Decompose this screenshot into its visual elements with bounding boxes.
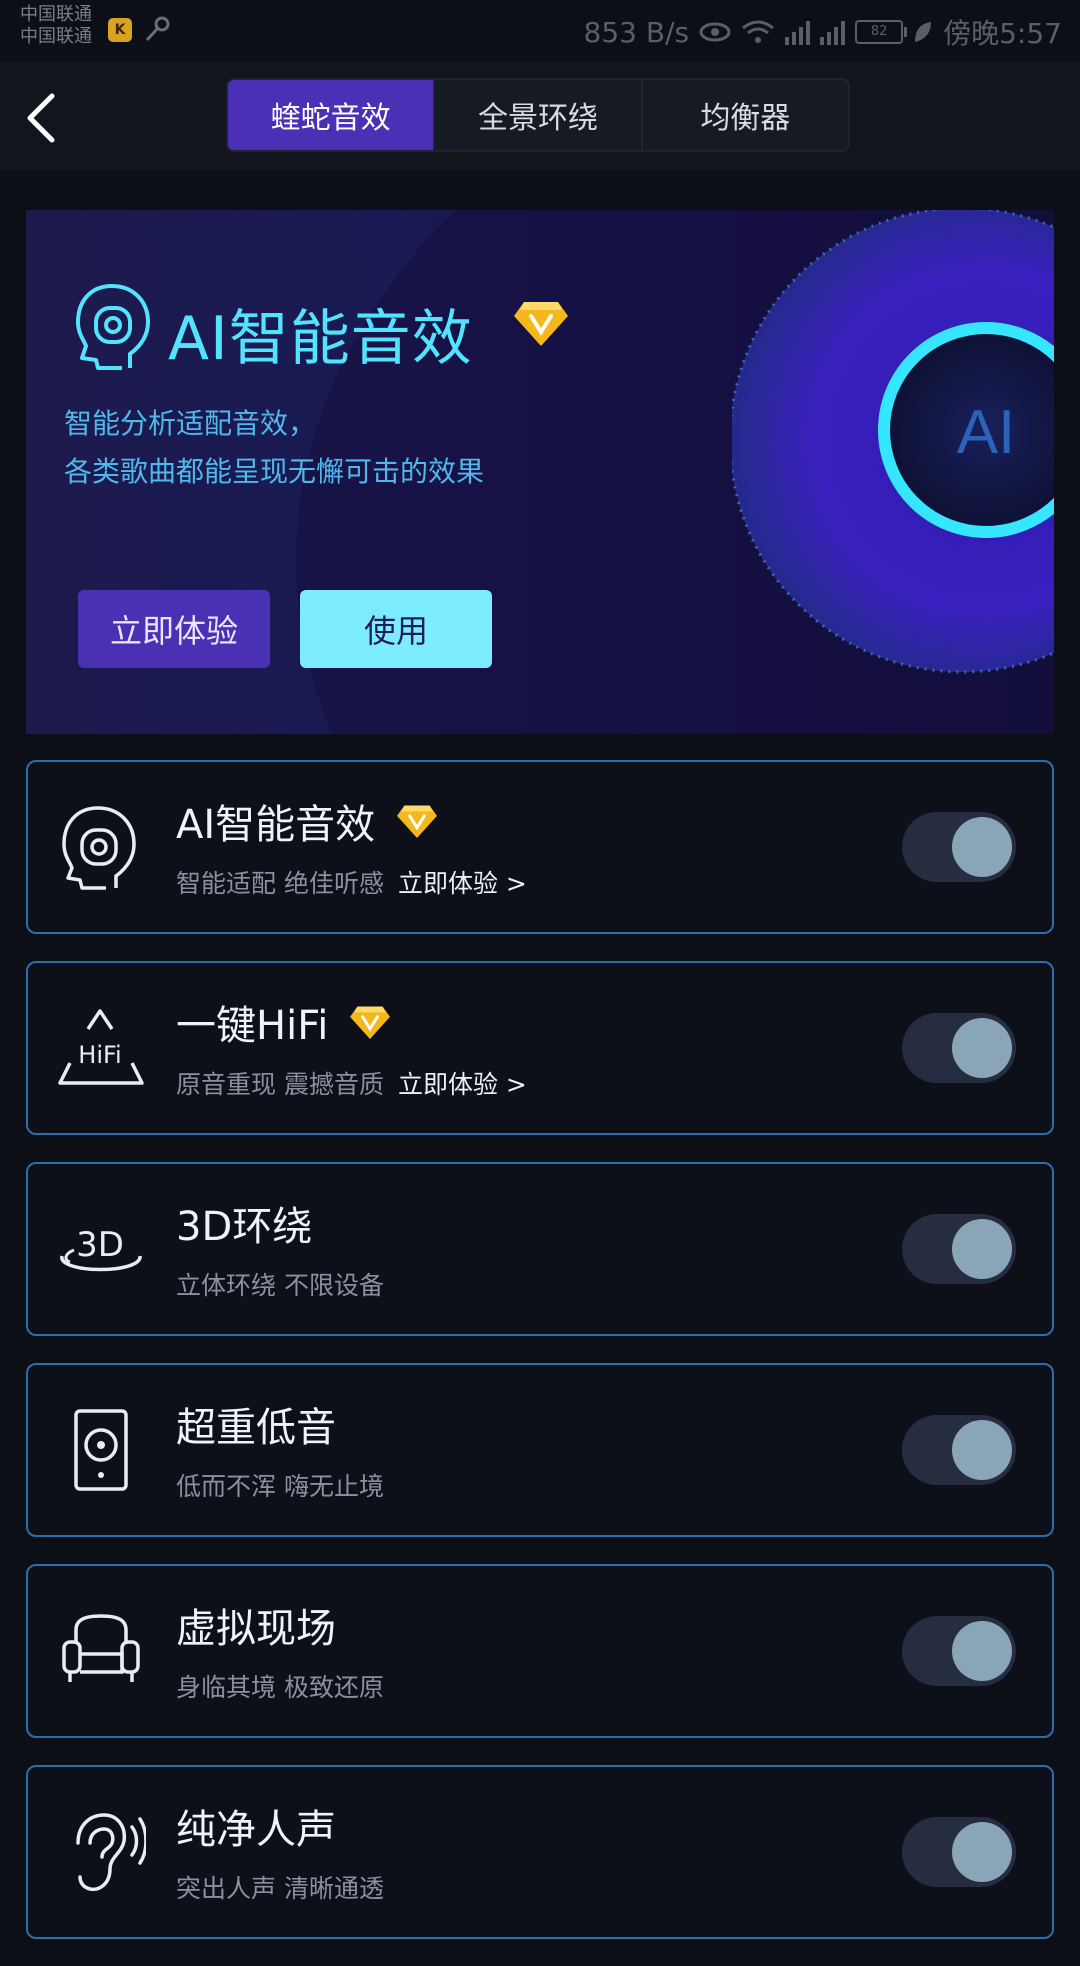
try-now-link[interactable]: 立即体验 > xyxy=(398,869,527,898)
effect-title: 一键HiFi xyxy=(176,993,391,1051)
effect-card-vocal: 纯净人声 突出人声 清晰通透 xyxy=(26,1765,1054,1939)
signal-2-icon xyxy=(820,19,846,45)
carrier-1: 中国联通 xyxy=(20,4,92,25)
effect-list: AI智能音效 智能适配 绝佳听感 立即体验 > HiFi 一键HiFi 原音重现… xyxy=(26,760,1054,1966)
wifi-icon xyxy=(742,20,775,43)
effect-subtitle: 身临其境 极致还原 xyxy=(176,1668,384,1704)
effect-title-text: 一键HiFi xyxy=(176,1003,329,1049)
status-right: 853 B/s 82 傍晚5:57 xyxy=(584,12,1062,52)
3d-surround-icon: 3D xyxy=(60,1225,142,1272)
armchair-icon xyxy=(62,1614,140,1682)
speaker-icon xyxy=(74,1409,128,1491)
tab-bar: 蝰蛇音效 全景环绕 均衡器 xyxy=(226,78,850,152)
effect-title: 超重低音 xyxy=(176,1395,336,1453)
status-bar: 中国联通 中国联通 K 853 B/s 82 傍晚5:57 xyxy=(0,0,1080,62)
effect-subtitle-text: 低而不浑 嗨无止境 xyxy=(176,1472,384,1501)
effect-subtitle-text: 身临其境 极致还原 xyxy=(176,1673,384,1702)
effect-title-text: 纯净人声 xyxy=(176,1807,336,1853)
effect-toggle[interactable] xyxy=(902,1817,1016,1887)
hifi-icon: HiFi xyxy=(58,1009,144,1085)
app-badge-icon: K xyxy=(108,18,132,42)
leaf-icon xyxy=(915,22,932,42)
back-arrow-icon[interactable] xyxy=(22,90,62,146)
effect-toggle[interactable] xyxy=(902,812,1016,882)
toggle-knob xyxy=(952,1420,1012,1480)
ai-head-icon xyxy=(76,284,151,370)
battery-level: 82 xyxy=(870,24,888,39)
battery-icon: 82 xyxy=(855,20,908,44)
effect-toggle[interactable] xyxy=(902,1214,1016,1284)
banner-description: 智能分析适配音效， 各类歌曲都能呈现无懈可击的效果 xyxy=(64,400,484,496)
effect-subtitle: 低而不浑 嗨无止境 xyxy=(176,1467,384,1503)
ai-orb-graphic: AI xyxy=(732,210,1054,674)
effect-subtitle: 智能适配 绝佳听感 立即体验 > xyxy=(176,864,527,900)
effect-subtitle-text: 立体环绕 不限设备 xyxy=(176,1271,384,1300)
toggle-knob xyxy=(952,817,1012,877)
effect-subtitle-text: 智能适配 绝佳听感 xyxy=(176,869,384,898)
effect-card-hifi: HiFi 一键HiFi 原音重现 震撼音质 立即体验 > xyxy=(26,961,1054,1135)
ai-head-icon xyxy=(62,806,136,890)
effect-title-text: AI智能音效 xyxy=(176,802,376,848)
effect-subtitle: 原音重现 震撼音质 立即体验 > xyxy=(176,1065,527,1101)
effect-subtitle: 立体环绕 不限设备 xyxy=(176,1266,384,1302)
banner-desc-line-1: 智能分析适配音效， xyxy=(64,407,317,440)
use-button[interactable]: 使用 xyxy=(300,590,492,668)
orb-ai-label: AI xyxy=(957,398,1016,467)
vip-diamond-icon xyxy=(397,805,438,838)
toggle-knob xyxy=(952,1219,1012,1279)
toggle-knob xyxy=(952,1621,1012,1681)
effect-title: 纯净人声 xyxy=(176,1797,336,1855)
effect-toggle[interactable] xyxy=(902,1415,1016,1485)
banner-title: AI智能音效 xyxy=(168,304,473,374)
effect-toggle[interactable] xyxy=(902,1013,1016,1083)
effect-title: AI智能音效 xyxy=(176,792,438,850)
effect-card-bass: 超重低音 低而不浑 嗨无止境 xyxy=(26,1363,1054,1537)
effect-card-ai: AI智能音效 智能适配 绝佳听感 立即体验 > xyxy=(26,760,1054,934)
ai-effect-banner: AI AI智能音效 智能分析适配音效， 各类歌曲都能呈现无懈可击的效果 立即体验… xyxy=(26,210,1054,734)
vip-diamond-icon xyxy=(350,1006,391,1039)
effect-title-text: 虚拟现场 xyxy=(176,1606,336,1652)
effect-toggle[interactable] xyxy=(902,1616,1016,1686)
banner-desc-line-2: 各类歌曲都能呈现无懈可击的效果 xyxy=(64,455,485,488)
toggle-knob xyxy=(952,1018,1012,1078)
try-now-button[interactable]: 立即体验 xyxy=(78,590,270,668)
network-speed: 853 B/s xyxy=(583,15,690,49)
effect-title-text: 超重低音 xyxy=(176,1405,336,1451)
effect-subtitle: 突出人声 清晰通透 xyxy=(176,1869,384,1905)
signal-1-icon xyxy=(785,19,811,45)
carrier-2: 中国联通 xyxy=(20,26,92,47)
vip-diamond-icon xyxy=(514,302,568,346)
effect-title-text: 3D环绕 xyxy=(176,1204,313,1250)
tab-panoramic-surround[interactable]: 全景环绕 xyxy=(435,80,643,150)
effect-subtitle-text: 原音重现 震撼音质 xyxy=(176,1070,384,1099)
carrier-names: 中国联通 中国联通 xyxy=(20,4,92,48)
eye-icon xyxy=(699,22,731,42)
effect-card-3d: 3D 3D环绕 立体环绕 不限设备 xyxy=(26,1162,1054,1336)
key-icon xyxy=(145,16,170,42)
effect-card-live: 虚拟现场 身临其境 极致还原 xyxy=(26,1564,1054,1738)
ear-icon xyxy=(76,1813,146,1892)
effect-title: 虚拟现场 xyxy=(176,1596,336,1654)
effect-title: 3D环绕 xyxy=(176,1194,312,1252)
3d-icon-text: 3D xyxy=(76,1225,124,1265)
header: 蝰蛇音效 全景环绕 均衡器 xyxy=(0,62,1080,170)
toggle-knob xyxy=(952,1822,1012,1882)
tab-viper-effects[interactable]: 蝰蛇音效 xyxy=(228,80,436,150)
hifi-icon-text: HiFi xyxy=(78,1041,121,1069)
tab-equalizer[interactable]: 均衡器 xyxy=(643,80,848,150)
try-now-link[interactable]: 立即体验 > xyxy=(398,1070,527,1099)
effect-subtitle-text: 突出人声 清晰通透 xyxy=(176,1874,384,1903)
clock: 傍晚5:57 xyxy=(943,17,1062,50)
